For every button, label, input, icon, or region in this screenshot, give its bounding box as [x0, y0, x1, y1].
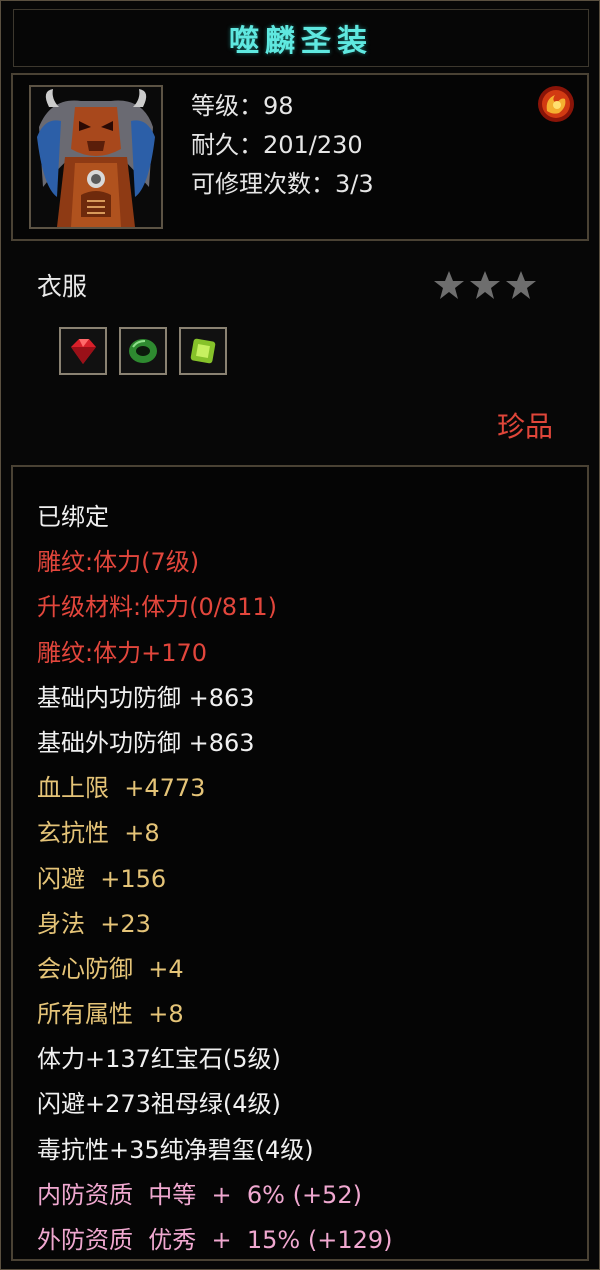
gem-sockets [59, 327, 227, 375]
attribute-line: 所有属性 +8 [37, 1000, 184, 1029]
attribute-line: 基础外功防御 +863 [37, 728, 255, 757]
attribute-line: 外防资质 优秀 + 15% (+129) [37, 1226, 393, 1254]
star-icon [434, 271, 464, 299]
attribute-line: 体力+137红宝石(5级) [37, 1045, 281, 1074]
attribute-line: 基础内功防御 +863 [37, 683, 255, 712]
attribute-line: 雕纹:体力+170 [37, 638, 208, 667]
emerald-gem-icon[interactable] [179, 327, 227, 375]
item-level: 等级：98 [191, 92, 294, 120]
item-header-panel: 等级：98 耐久：201/230 可修理次数：3/3 [11, 73, 589, 241]
attribute-line: 已绑定 [37, 503, 109, 531]
star-rating [431, 267, 541, 303]
attribute-line: 会心防御 +4 [37, 954, 184, 983]
item-type: 衣服 [37, 272, 88, 301]
attribute-line: 毒抗性+35纯净碧玺(4级) [37, 1135, 314, 1164]
item-durability: 耐久：201/230 [191, 131, 363, 159]
item-tooltip: 噬麟圣装 等级：98 耐久：201/230 可修理次数：3/3 衣服 珍品 已绑… [0, 0, 600, 1270]
ruby-gem-icon[interactable] [59, 327, 107, 375]
star-icon [506, 271, 536, 299]
attribute-line: 玄抗性 +8 [37, 819, 160, 848]
item-repair-count: 可修理次数：3/3 [191, 170, 374, 198]
rarity-label: 珍品 [496, 410, 553, 443]
attribute-list: 已绑定雕纹:体力(7级) 升级材料:体力(0/811) 雕纹:体力+170 基础内功防… [37, 495, 393, 1263]
attribute-line: 闪避+273祖母绿(4级) [37, 1090, 281, 1119]
item-name: 噬麟圣装 [229, 24, 373, 59]
attribute-line: 升级材料:体力(0/811) [37, 593, 277, 622]
attribute-line: 血上限 +4773 [37, 774, 206, 803]
item-portrait-icon [29, 85, 163, 229]
item-stats: 等级：98 耐久：201/230 可修理次数：3/3 [191, 87, 374, 204]
fire-emblem-icon [537, 85, 575, 123]
star-icon [470, 271, 500, 299]
attribute-line: 内防资质 中等 + 6% (+52) [37, 1180, 362, 1209]
attribute-line: 雕纹:体力(7级) [37, 548, 200, 577]
jade-ring-gem-icon[interactable] [119, 327, 167, 375]
attribute-line: 身法 +23 [37, 909, 151, 938]
title-bar: 噬麟圣装 [13, 9, 589, 67]
attribute-line: 闪避 +156 [37, 864, 167, 893]
attributes-panel: 已绑定雕纹:体力(7级) 升级材料:体力(0/811) 雕纹:体力+170 基础内功防… [11, 465, 589, 1261]
